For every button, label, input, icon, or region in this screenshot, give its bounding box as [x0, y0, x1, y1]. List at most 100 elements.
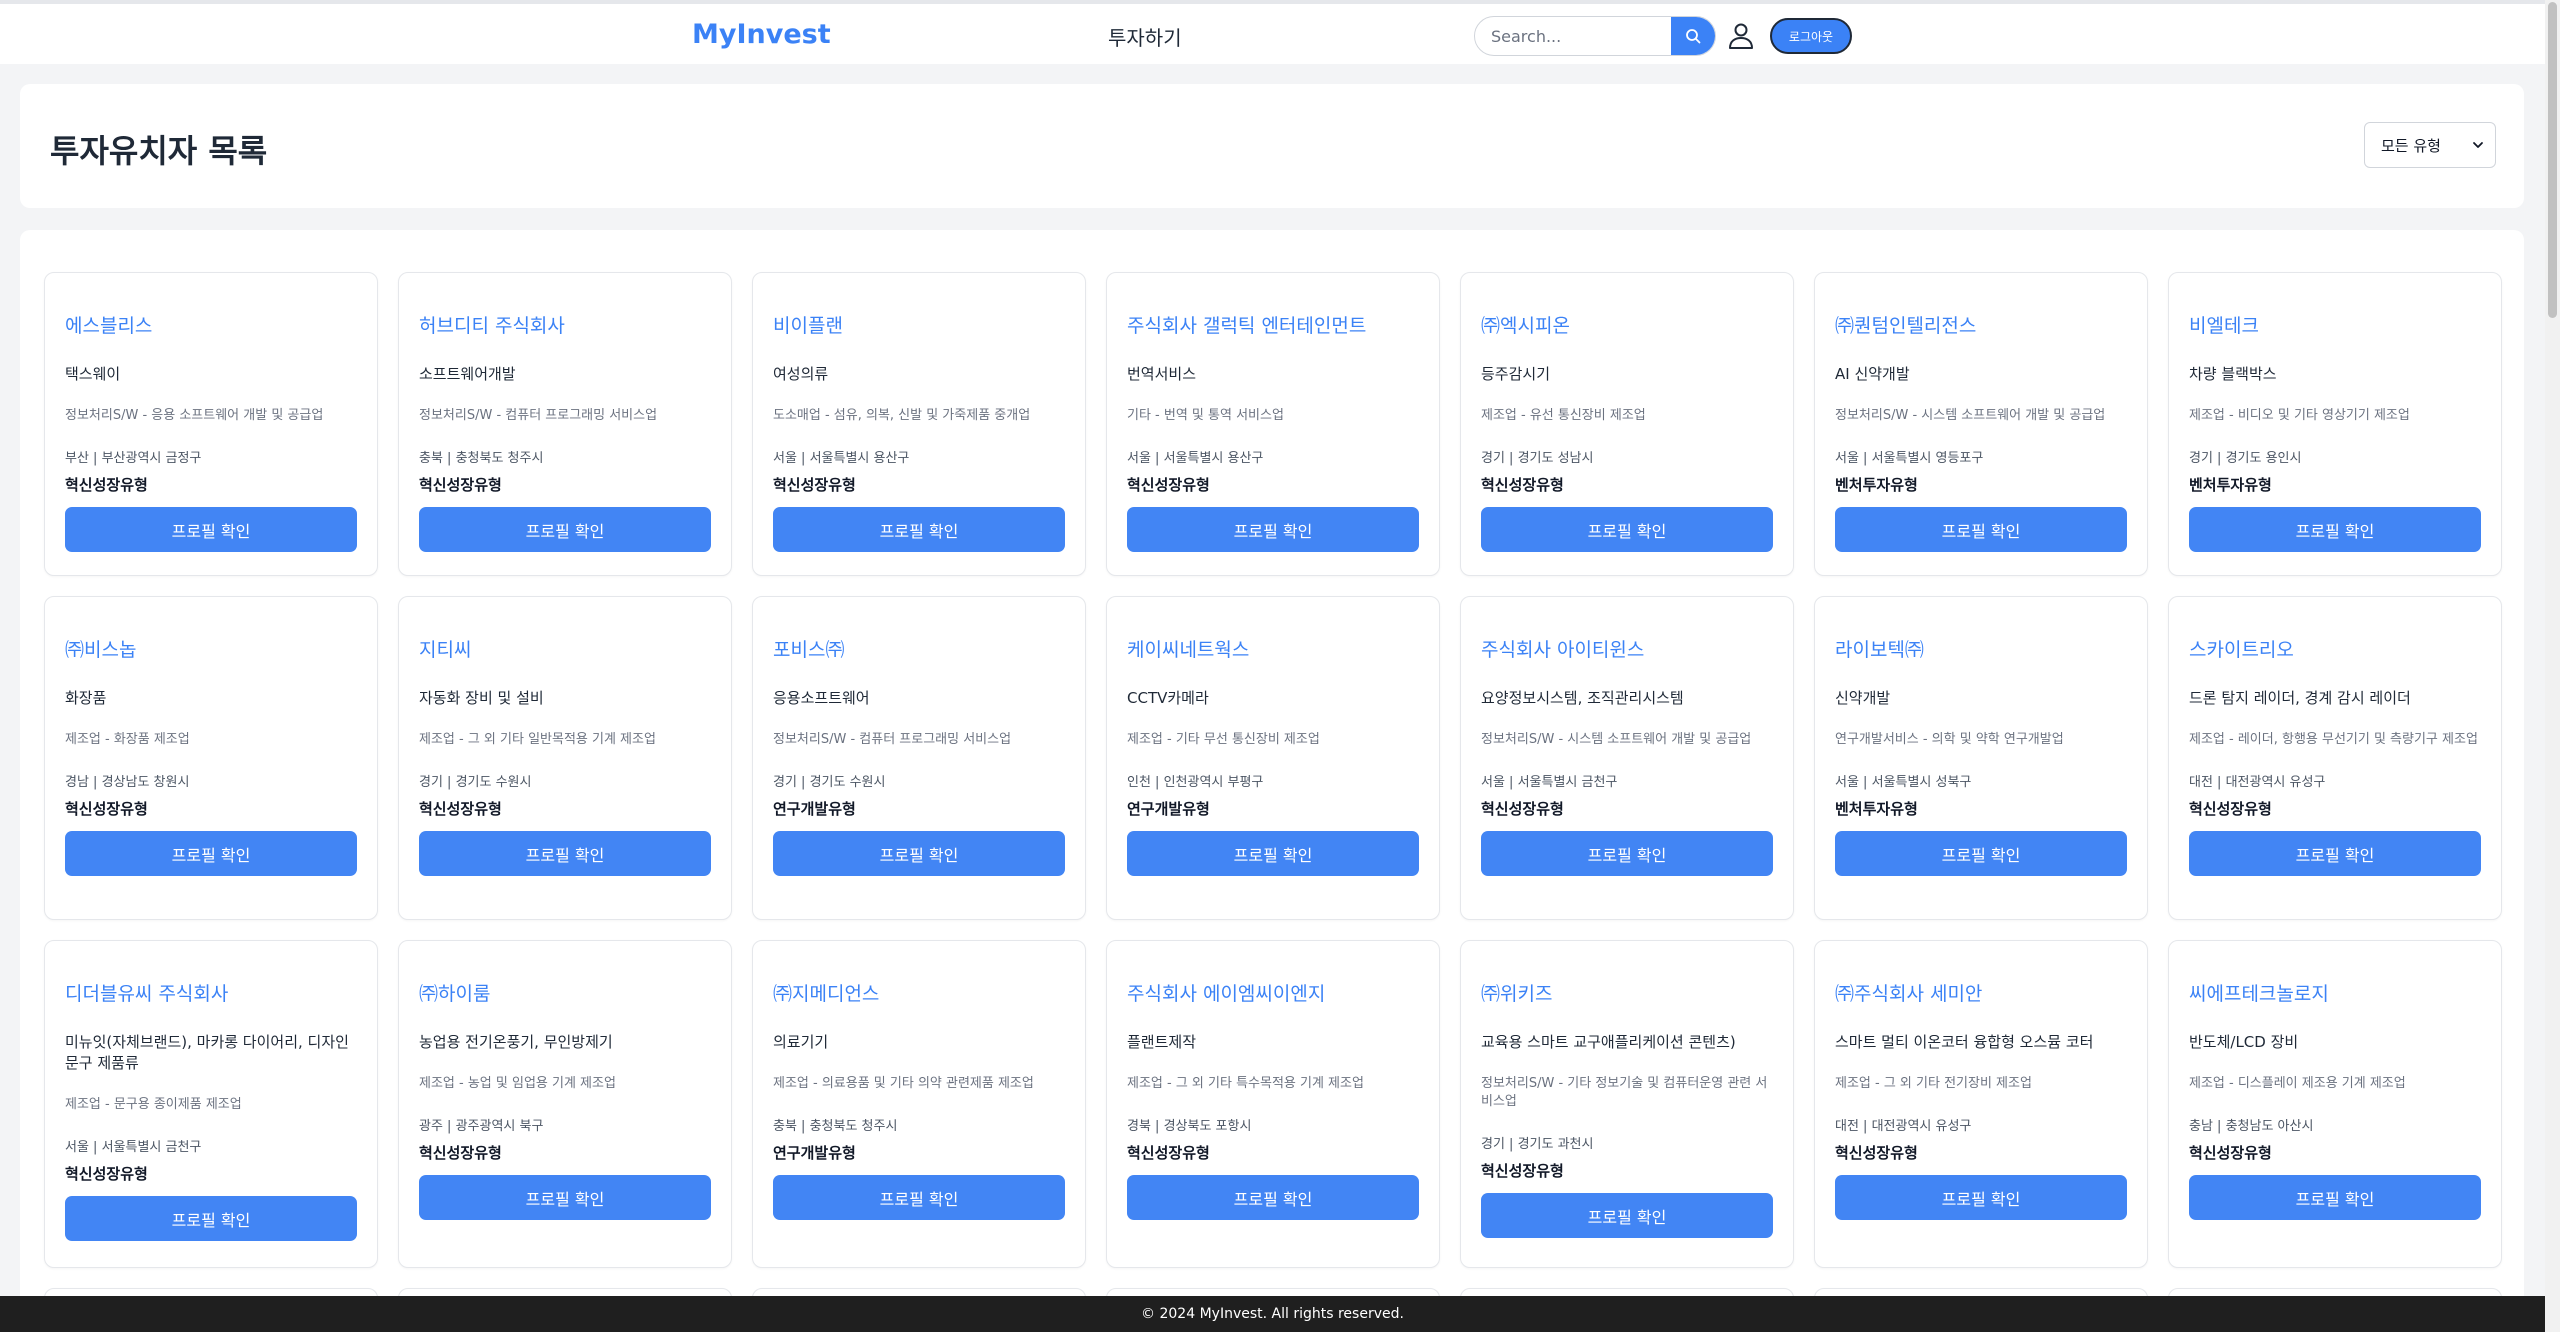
company-product: 요양정보시스템, 조직관리시스템 — [1481, 689, 1684, 707]
profile-view-button[interactable]: 프로필 확인 — [1481, 507, 1773, 552]
company-industry: 제조업 - 그 외 기타 일반목적용 기계 제조업 — [419, 732, 656, 747]
company-industry: 제조업 - 디스플레이 제조용 기계 제조업 — [2189, 1076, 2406, 1091]
profile-view-button[interactable]: 프로필 확인 — [2189, 831, 2481, 876]
investee-card-grid: 에스블리스택스웨이정보처리S/W - 응용 소프트웨어 개발 및 공급업부산 |… — [44, 272, 2502, 1332]
company-name[interactable]: 비엘테크 — [2189, 311, 2481, 338]
company-product: 번역서비스 — [1127, 365, 1197, 383]
company-investment-type: 혁신성장유형 — [2189, 1144, 2272, 1162]
company-investment-type: 혁신성장유형 — [1127, 1144, 1210, 1162]
company-name[interactable]: ㈜엑시피온 — [1481, 311, 1773, 338]
company-investment-type: 혁신성장유형 — [419, 476, 502, 494]
investee-card: 주식회사 아이티윈스 요양정보시스템, 조직관리시스템 정보처리S/W - 시스템 … — [1460, 596, 1794, 920]
company-name[interactable]: 디더블유씨 주식회사 — [65, 979, 357, 1006]
company-industry: 정보처리S/W - 시스템 소프트웨어 개발 및 공급업 — [1835, 408, 2106, 423]
company-product: CCTV카메라 — [1127, 689, 1209, 707]
company-product: 택스웨이 — [65, 365, 121, 383]
page-scrollbar[interactable] — [2545, 0, 2560, 1332]
company-industry: 정보처리S/W - 응용 소프트웨어 개발 및 공급업 — [65, 408, 324, 423]
profile-view-button[interactable]: 프로필 확인 — [2189, 507, 2481, 552]
profile-view-button[interactable]: 프로필 확인 — [1127, 1175, 1419, 1220]
company-name[interactable]: 스카이트리오 — [2189, 635, 2481, 662]
company-industry: 제조업 - 그 외 기타 전기장비 제조업 — [1835, 1076, 2032, 1091]
company-industry: 연구개발서비스 - 의학 및 약학 연구개발업 — [1835, 732, 2064, 747]
company-name[interactable]: ㈜지메디언스 — [773, 979, 1065, 1006]
scrollbar-thumb[interactable] — [2548, 2, 2557, 318]
company-product: 자동화 장비 및 설비 — [419, 689, 544, 707]
company-industry: 제조업 - 비디오 및 기타 영상기기 제조업 — [2189, 408, 2410, 423]
company-name[interactable]: 주식회사 에이엠씨이엔지 — [1127, 979, 1419, 1006]
company-industry: 기타 - 번역 및 통역 서비스업 — [1127, 408, 1284, 423]
company-investment-type: 혁신성장유형 — [1835, 1144, 1918, 1162]
company-name[interactable]: 포비스㈜ — [773, 635, 1065, 662]
company-region: 부산 | 부산광역시 금정구 — [65, 451, 202, 466]
company-region: 충북 | 충청북도 청주시 — [419, 451, 544, 466]
company-product: 화장품 — [65, 689, 107, 707]
company-name[interactable]: ㈜위키즈 — [1481, 979, 1773, 1006]
brand-logo[interactable]: MyInvest — [692, 19, 831, 50]
investee-card: ㈜엑시피온 등주감시기 제조업 - 유선 통신장비 제조업 경기 | 경기도 성남시 혁… — [1460, 272, 1794, 576]
investee-card: 케이씨네트웍스 CCTV카메라 제조업 - 기타 무선 통신장비 제조업 인천 | 인… — [1106, 596, 1440, 920]
investee-card: ㈜위키즈 교육용 스마트 교구애플리케이션 콘텐츠) 정보처리S/W - 기타 정보… — [1460, 940, 1794, 1268]
company-name[interactable]: 비이플랜 — [773, 311, 1065, 338]
profile-view-button[interactable]: 프로필 확인 — [1835, 831, 2127, 876]
footer-copyright: © 2024 MyInvest. All rights reserved. — [1141, 1306, 1404, 1322]
profile-view-button[interactable]: 프로필 확인 — [1835, 507, 2127, 552]
company-name[interactable]: 케이씨네트웍스 — [1127, 635, 1419, 662]
investee-card: 주식회사 에이엠씨이엔지 플랜트제작 제조업 - 그 외 기타 특수목적용 기계 제… — [1106, 940, 1440, 1268]
user-icon[interactable] — [1728, 22, 1754, 50]
company-region: 충남 | 충청남도 아산시 — [2189, 1119, 2314, 1134]
profile-view-button[interactable]: 프로필 확인 — [1835, 1175, 2127, 1220]
logout-button[interactable]: 로그아웃 — [1770, 18, 1852, 54]
company-name[interactable]: 에스블리스 — [65, 311, 357, 338]
profile-view-button[interactable]: 프로필 확인 — [419, 831, 711, 876]
search-box — [1474, 16, 1716, 56]
profile-view-button[interactable]: 프로필 확인 — [1481, 1193, 1773, 1238]
company-name[interactable]: ㈜비스놉 — [65, 635, 357, 662]
investee-card: 스카이트리오 드론 탐지 레이더, 경계 감시 레이더 제조업 - 레이더, 항행용… — [2168, 596, 2502, 920]
company-name[interactable]: 지티씨 — [419, 635, 711, 662]
profile-view-button[interactable]: 프로필 확인 — [1481, 831, 1773, 876]
company-name[interactable]: ㈜퀀텀인텔리전스 — [1835, 311, 2127, 338]
profile-view-button[interactable]: 프로필 확인 — [1127, 831, 1419, 876]
company-name[interactable]: ㈜하이룸 — [419, 979, 711, 1006]
company-region: 경기 | 경기도 용인시 — [2189, 451, 2302, 466]
company-name[interactable]: 라이보텍㈜ — [1835, 635, 2127, 662]
profile-view-button[interactable]: 프로필 확인 — [773, 1175, 1065, 1220]
investee-card: 디더블유씨 주식회사 미뉴잇(자체브랜드), 마카롱 다이어리, 디자인 문구 제… — [44, 940, 378, 1268]
company-name[interactable]: 허브디티 주식회사 — [419, 311, 711, 338]
company-name[interactable]: 주식회사 아이티윈스 — [1481, 635, 1773, 662]
company-region: 서울 | 서울특별시 성북구 — [1835, 775, 1972, 790]
nav-invest-link[interactable]: 투자하기 — [1108, 22, 1182, 51]
profile-view-button[interactable]: 프로필 확인 — [65, 507, 357, 552]
company-name[interactable]: 주식회사 갤럭틱 엔터테인먼트 — [1127, 311, 1419, 338]
profile-view-button[interactable]: 프로필 확인 — [2189, 1175, 2481, 1220]
company-product: 의료기기 — [773, 1033, 829, 1051]
type-filter-select[interactable]: 모든 유형 — [2364, 122, 2496, 168]
company-region: 서울 | 서울특별시 금천구 — [1481, 775, 1618, 790]
company-region: 경남 | 경상남도 창원시 — [65, 775, 190, 790]
profile-view-button[interactable]: 프로필 확인 — [773, 831, 1065, 876]
company-region: 경북 | 경상북도 포항시 — [1127, 1119, 1252, 1134]
top-navbar: MyInvest 투자하기 로그아웃 — [0, 0, 2545, 64]
profile-view-button[interactable]: 프로필 확인 — [1127, 507, 1419, 552]
company-region: 경기 | 경기도 과천시 — [1481, 1137, 1594, 1152]
company-investment-type: 혁신성장유형 — [1481, 1162, 1564, 1180]
company-product: 드론 탐지 레이더, 경계 감시 레이더 — [2189, 689, 2411, 707]
company-industry: 정보처리S/W - 기타 정보기술 및 컴퓨터운영 관련 서비스업 — [1481, 1076, 1768, 1109]
company-name[interactable]: 씨에프테크놀로지 — [2189, 979, 2481, 1006]
profile-view-button[interactable]: 프로필 확인 — [419, 507, 711, 552]
company-investment-type: 연구개발유형 — [1127, 800, 1210, 818]
company-industry: 제조업 - 농업 및 임업용 기계 제조업 — [419, 1076, 616, 1091]
profile-view-button[interactable]: 프로필 확인 — [65, 1196, 357, 1241]
type-filter-value: 모든 유형 — [2381, 136, 2441, 155]
profile-view-button[interactable]: 프로필 확인 — [773, 507, 1065, 552]
company-region: 서울 | 서울특별시 금천구 — [65, 1140, 202, 1155]
search-button[interactable] — [1671, 17, 1715, 55]
search-input[interactable] — [1475, 17, 1671, 55]
profile-view-button[interactable]: 프로필 확인 — [65, 831, 357, 876]
investee-card: 포비스㈜ 응용소프트웨어 정보처리S/W - 컴퓨터 프로그래밍 서비스업 경기 | … — [752, 596, 1086, 920]
profile-view-button[interactable]: 프로필 확인 — [419, 1175, 711, 1220]
company-investment-type: 혁신성장유형 — [419, 800, 502, 818]
company-name[interactable]: ㈜주식회사 세미안 — [1835, 979, 2127, 1006]
company-investment-type: 연구개발유형 — [773, 1144, 856, 1162]
